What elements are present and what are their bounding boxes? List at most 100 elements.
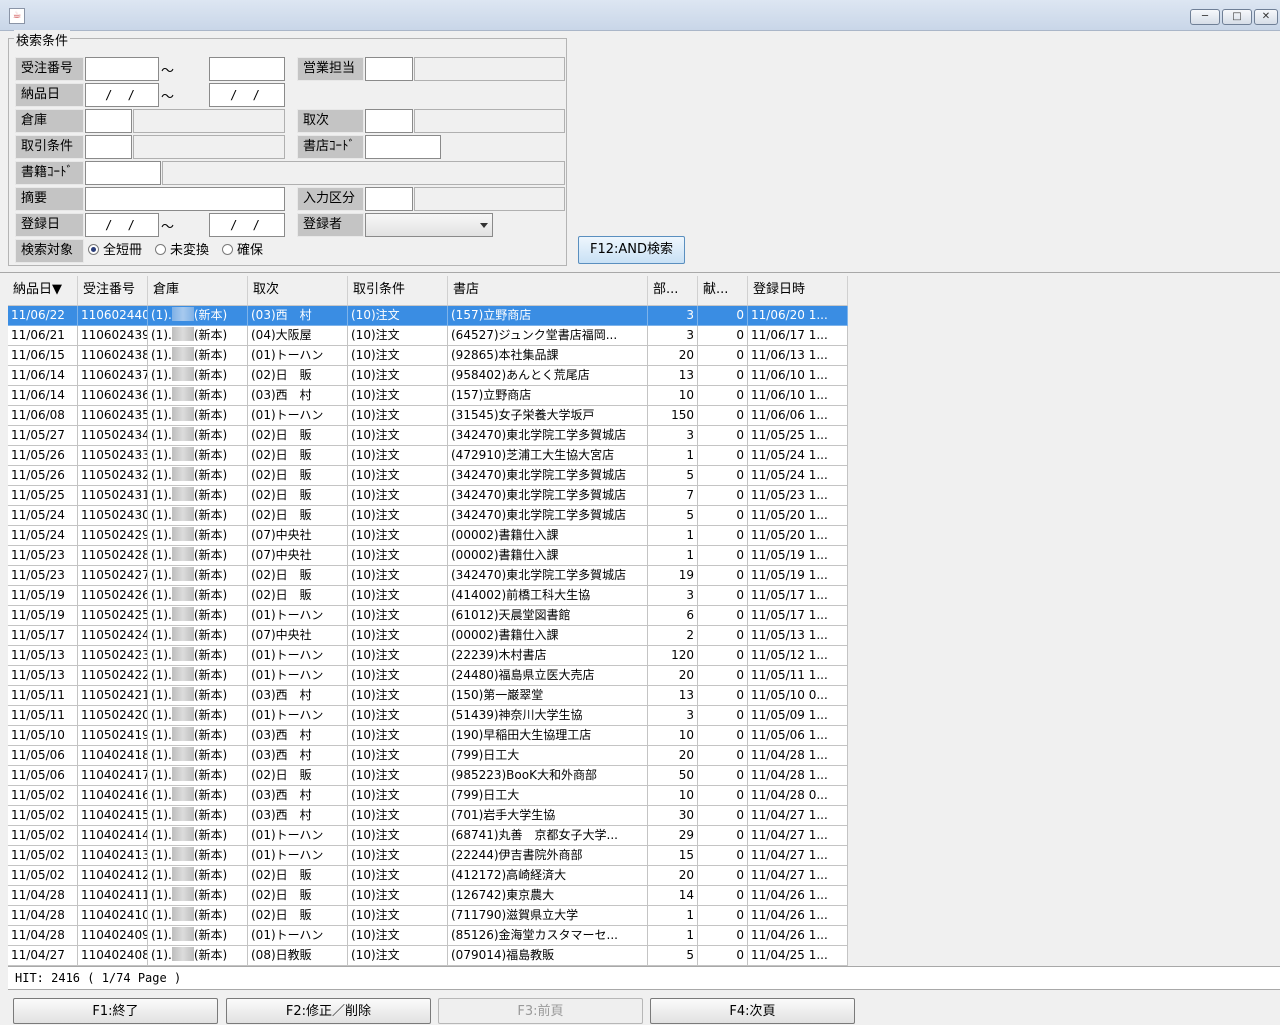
- book-title-field: [162, 161, 565, 185]
- table-row[interactable]: 11/04/28 110402411 (1). (新本) (02)日 販 (10)注文 (1…: [8, 886, 848, 906]
- col-gift-cell: 0: [698, 706, 748, 726]
- table-row[interactable]: 11/05/23 110502428 (1). (新本) (07)中央社 (10)注文 (0…: [8, 546, 848, 566]
- col-gift-cell: 0: [698, 586, 748, 606]
- col-gift-cell: 0: [698, 346, 748, 366]
- warehouse-code-input[interactable]: [85, 109, 132, 133]
- table-row[interactable]: 11/05/26 110502433 (1). (新本) (02)日 販 (10)注文 (4…: [8, 446, 848, 466]
- col-trade-terms-cell: (10)注文: [348, 766, 448, 786]
- reg-date-from-input[interactable]: / /: [85, 213, 159, 237]
- registrant-dropdown[interactable]: [365, 213, 493, 237]
- table-row[interactable]: 11/05/02 110402412 (1). (新本) (02)日 販 (10)注文 (4…: [8, 866, 848, 886]
- input-type-code-input[interactable]: [365, 187, 413, 211]
- col-order-no-header[interactable]: 受注番号: [78, 276, 148, 305]
- table-row[interactable]: 11/05/02 110402414 (1). (新本) (01)トーハン (10)注文(…: [8, 826, 848, 846]
- col-order-no-cell: 110502433: [78, 446, 148, 466]
- col-delivery-date-cell: 11/05/23: [8, 546, 78, 566]
- col-registered-at-header[interactable]: 登録日時: [748, 276, 848, 305]
- order-no-to-input[interactable]: [209, 57, 285, 81]
- table-row[interactable]: 11/05/19 110502425 (1). (新本) (01)トーハン (10)注文(…: [8, 606, 848, 626]
- table-row[interactable]: 11/05/02 110402416 (1). (新本) (03)西 村 (10)注文 (7…: [8, 786, 848, 806]
- f1-exit-button[interactable]: F1:終了: [13, 998, 218, 1024]
- f4-next-page-button[interactable]: F4:次頁: [650, 998, 855, 1024]
- col-trade-terms-cell: (10)注文: [348, 526, 448, 546]
- col-warehouse-header[interactable]: 倉庫: [148, 276, 248, 305]
- reg-date-label: 登録日: [15, 213, 84, 237]
- table-row[interactable]: 11/04/28 110402409 (1). (新本) (01)トーハン (10)注文(…: [8, 926, 848, 946]
- and-search-button[interactable]: F12:AND検索: [578, 236, 685, 264]
- col-distributor-cell: (03)西 村: [248, 806, 348, 826]
- table-row[interactable]: 11/06/08 110602435 (1). (新本) (01)トーハン (10)注文(…: [8, 406, 848, 426]
- col-trade-terms-cell: (10)注文: [348, 666, 448, 686]
- table-row[interactable]: 11/05/19 110502426 (1). (新本) (02)日 販 (10)注文 (4…: [8, 586, 848, 606]
- col-copies-cell: 10: [648, 786, 698, 806]
- table-row[interactable]: 11/05/24 110502429 (1). (新本) (07)中央社 (10)注文 (0…: [8, 526, 848, 546]
- table-row[interactable]: 11/06/22 110602440 (1). (新本) (03)西 村 (10)注文 (1…: [8, 306, 848, 326]
- memo-input[interactable]: [85, 187, 285, 211]
- sales-rep-label: 営業担当: [297, 57, 364, 81]
- col-gift-header[interactable]: 献...: [698, 276, 748, 305]
- col-order-no-cell: 110502427: [78, 566, 148, 586]
- radio-all-slips[interactable]: 全短冊: [88, 241, 142, 261]
- table-row[interactable]: 11/05/10 110502419 (1). (新本) (03)西 村 (10)注文 (1…: [8, 726, 848, 746]
- table-row[interactable]: 11/06/14 110602436 (1). (新本) (03)西 村 (10)注文 (1…: [8, 386, 848, 406]
- col-trade-terms-cell: (10)注文: [348, 746, 448, 766]
- table-row[interactable]: 11/05/26 110502432 (1). (新本) (02)日 販 (10)注文 (3…: [8, 466, 848, 486]
- table-row[interactable]: 11/05/02 110402413 (1). (新本) (01)トーハン (10)注文(…: [8, 846, 848, 866]
- f2-edit-delete-button[interactable]: F2:修正／削除: [226, 998, 431, 1024]
- store-code-input[interactable]: [365, 135, 441, 159]
- delivery-date-to-input[interactable]: / /: [209, 83, 285, 107]
- delivery-date-from-input[interactable]: / /: [85, 83, 159, 107]
- table-row[interactable]: 11/05/13 110502422 (1). (新本) (01)トーハン (10)注文(…: [8, 666, 848, 686]
- table-row[interactable]: 11/05/13 110502423 (1). (新本) (01)トーハン (10)注文(…: [8, 646, 848, 666]
- col-copies-cell: 10: [648, 386, 698, 406]
- table-row[interactable]: 11/05/11 110502421 (1). (新本) (03)西 村 (10)注文 (1…: [8, 686, 848, 706]
- table-row[interactable]: 11/06/15 110602438 (1). (新本) (01)トーハン (10)注文(…: [8, 346, 848, 366]
- close-button[interactable]: ✕: [1254, 9, 1278, 25]
- col-distributor-header[interactable]: 取次: [248, 276, 348, 305]
- table-row[interactable]: 11/05/25 110502431 (1). (新本) (02)日 販 (10)注文 (3…: [8, 486, 848, 506]
- table-row[interactable]: 11/06/14 110602437 (1). (新本) (02)日 販 (10)注文 (9…: [8, 366, 848, 386]
- col-delivery-date-header[interactable]: 納品日▼: [8, 276, 78, 305]
- table-row[interactable]: 11/05/23 110502427 (1). (新本) (02)日 販 (10)注文 (3…: [8, 566, 848, 586]
- reg-date-to-input[interactable]: / /: [209, 213, 285, 237]
- col-copies-header[interactable]: 部...: [648, 276, 698, 305]
- col-order-no-cell: 110602438: [78, 346, 148, 366]
- col-delivery-date-cell: 11/06/15: [8, 346, 78, 366]
- hit-count-status: HIT: 2416 ( 1/74 Page ): [8, 966, 1280, 990]
- table-row[interactable]: 11/04/27 110402408 (1). (新本) (08)日教販 (10)注文 (0…: [8, 946, 848, 966]
- redacted-warehouse-name: [171, 687, 194, 701]
- col-store-cell: (985223)BooK大和外商部: [448, 766, 648, 786]
- col-trade-terms-header[interactable]: 取引条件: [348, 276, 448, 305]
- col-copies-cell: 30: [648, 806, 698, 826]
- table-row[interactable]: 11/05/17 110502424 (1). (新本) (07)中央社 (10)注文 (0…: [8, 626, 848, 646]
- trade-terms-code-input[interactable]: [85, 135, 132, 159]
- table-row[interactable]: 11/05/24 110502430 (1). (新本) (02)日 販 (10)注文 (3…: [8, 506, 848, 526]
- col-distributor-cell: (01)トーハン: [248, 346, 348, 366]
- col-trade-terms-cell: (10)注文: [348, 646, 448, 666]
- table-row[interactable]: 11/05/06 110402418 (1). (新本) (03)西 村 (10)注文 (7…: [8, 746, 848, 766]
- col-warehouse-cell: (1). (新本): [148, 786, 248, 806]
- table-row[interactable]: 11/05/02 110402415 (1). (新本) (03)西 村 (10)注文 (7…: [8, 806, 848, 826]
- table-row[interactable]: 11/05/11 110502420 (1). (新本) (01)トーハン (10)注文(…: [8, 706, 848, 726]
- table-row[interactable]: 11/06/21 110602439 (1). (新本) (04)大阪屋 (10)注文 (6…: [8, 326, 848, 346]
- book-code-input[interactable]: [85, 161, 161, 185]
- sales-rep-code-input[interactable]: [365, 57, 413, 81]
- col-registered-at-cell: 11/05/11 1...: [748, 666, 848, 686]
- table-row[interactable]: 11/04/28 110402410 (1). (新本) (02)日 販 (10)注文 (7…: [8, 906, 848, 926]
- delivery-date-range-separator: ～: [161, 90, 175, 105]
- radio-unconverted[interactable]: 未変換: [155, 241, 209, 261]
- distributor-code-input[interactable]: [365, 109, 413, 133]
- col-warehouse-cell: (1). (新本): [148, 546, 248, 566]
- col-copies-cell: 3: [648, 706, 698, 726]
- maximize-button[interactable]: □: [1222, 9, 1252, 25]
- minimize-button[interactable]: ─: [1190, 9, 1220, 25]
- radio-reserved[interactable]: 確保: [222, 241, 263, 261]
- table-row[interactable]: 11/05/27 110502434 (1). (新本) (02)日 販 (10)注文 (3…: [8, 426, 848, 446]
- col-store-header[interactable]: 書店: [448, 276, 648, 305]
- col-distributor-cell: (02)日 販: [248, 486, 348, 506]
- col-copies-cell: 50: [648, 766, 698, 786]
- col-registered-at-cell: 11/06/13 1...: [748, 346, 848, 366]
- table-row[interactable]: 11/05/06 110402417 (1). (新本) (02)日 販 (10)注文 (9…: [8, 766, 848, 786]
- col-trade-terms-cell: (10)注文: [348, 606, 448, 626]
- order-no-from-input[interactable]: [85, 57, 159, 81]
